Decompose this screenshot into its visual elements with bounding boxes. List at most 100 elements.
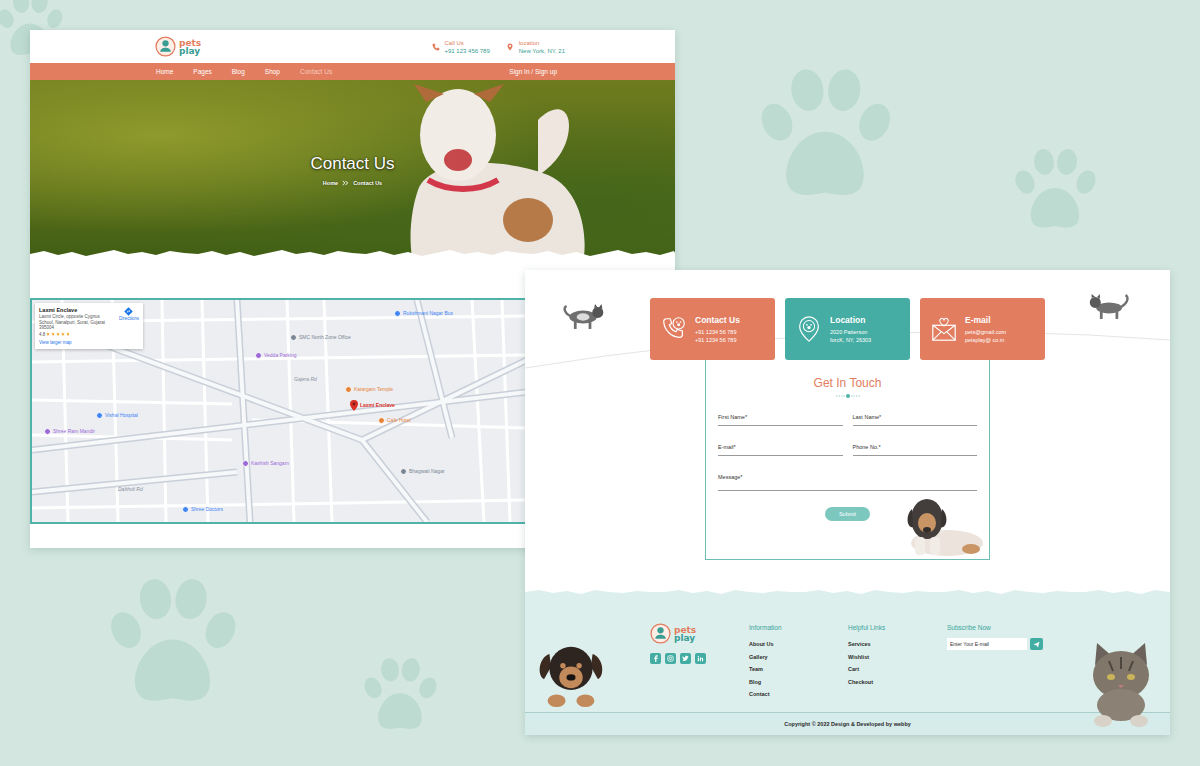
- submit-button[interactable]: Submit: [825, 507, 870, 521]
- star-icon: [51, 332, 55, 336]
- subscribe-block: Subscribe NowEnter Your E-mail: [947, 623, 1057, 712]
- paw-print-icon: [355, 650, 445, 740]
- cat-silhouette-icon: [561, 304, 607, 330]
- star-icon: [61, 332, 65, 336]
- nav-item[interactable]: Pages: [193, 68, 211, 75]
- hero-banner: Contact Us Home Contact Us: [30, 80, 675, 262]
- map-label[interactable]: Bhagwati Nagar: [400, 468, 445, 475]
- footer-column: Helpful LinksServicesWishlistCartCheckou…: [848, 623, 947, 712]
- send-button[interactable]: [1030, 638, 1043, 650]
- map-label[interactable]: SMC North Zone Office: [290, 334, 351, 341]
- map-label[interactable]: Shree Ram Mandir: [44, 428, 95, 435]
- facebook-icon: [651, 654, 660, 663]
- place-marker-icon: [242, 460, 249, 467]
- place-marker-icon: [182, 506, 189, 513]
- double-chevron-icon: [342, 180, 349, 186]
- directions-link[interactable]: Directions: [119, 307, 139, 345]
- breadcrumb-item[interactable]: Home: [323, 180, 338, 186]
- map-label[interactable]: Vishal Hospital: [96, 412, 138, 419]
- map-label[interactable]: Dabholi Rd: [118, 486, 143, 493]
- twitter-icon: [681, 654, 690, 663]
- logo-word: pets: [674, 626, 696, 634]
- page-title: Contact Us: [310, 153, 394, 175]
- footer-link[interactable]: Checkout: [848, 676, 947, 689]
- social-button[interactable]: [680, 653, 691, 664]
- footer-column: InformationAbout UsGalleryTeamBlogContac…: [749, 623, 848, 712]
- location-pin-icon: [506, 43, 514, 51]
- logo-word: play: [179, 47, 201, 55]
- map-label[interactable]: Katargam Temple: [345, 386, 393, 393]
- form-field[interactable]: Last Name*: [853, 413, 978, 426]
- map-label[interactable]: Rukshmani Nagar Bus: [394, 310, 453, 317]
- linkedin-icon: [696, 654, 705, 663]
- paw-print-icon: [745, 55, 905, 215]
- footer-link[interactable]: About Us: [749, 638, 848, 651]
- email-input[interactable]: Enter Your E-mail: [947, 638, 1027, 650]
- footer-link[interactable]: Wishlist: [848, 651, 947, 664]
- phone-paw-icon: [660, 315, 688, 343]
- place-marker-icon: [378, 417, 385, 424]
- header-contact: locationNew York, NY, 21: [506, 39, 565, 55]
- nav-item[interactable]: Contact Us: [300, 68, 332, 75]
- contact-page-bottom: Contact Us+91 1234 56 789+91 1234 56 789…: [525, 270, 1170, 735]
- map-pin-icon: [350, 400, 358, 411]
- star-icon: [56, 332, 60, 336]
- map-label[interactable]: Laxmi Enclave: [350, 400, 395, 411]
- breadcrumb-item[interactable]: Contact Us: [353, 180, 382, 186]
- place-marker-icon: [96, 412, 103, 419]
- contact-form: Get In Touch First Name* Last Name* E-mail*…: [705, 360, 990, 560]
- place-marker-icon: [345, 386, 352, 393]
- form-title: Get In Touch: [718, 376, 977, 390]
- logo[interactable]: petsplay: [155, 36, 201, 57]
- sign-in-link[interactable]: Sign In / Sign up: [509, 68, 557, 75]
- info-card: E-mailpets@gmail.competsplay@ co.in: [920, 298, 1045, 360]
- form-field[interactable]: First Name*: [718, 413, 843, 426]
- footer-link[interactable]: Services: [848, 638, 947, 651]
- footer-link[interactable]: Cart: [848, 663, 947, 676]
- footer-link[interactable]: Contact: [749, 688, 848, 701]
- place-marker-icon: [394, 310, 401, 317]
- form-field[interactable]: Message*: [718, 473, 977, 491]
- info-card: Contact Us+91 1234 56 789+91 1234 56 789: [650, 298, 775, 360]
- larger-map-link[interactable]: View larger map: [39, 340, 116, 345]
- footer-logo[interactable]: petsplay: [650, 623, 749, 644]
- place-marker-icon: [400, 468, 407, 475]
- social-button[interactable]: [650, 653, 661, 664]
- form-field[interactable]: E-mail*: [718, 443, 843, 456]
- site-footer: petsplayInformationAbout UsGalleryTeamBl…: [525, 597, 1170, 735]
- breadcrumb: Home Contact Us: [323, 180, 382, 186]
- logo-word: pets: [179, 39, 201, 47]
- nav-item[interactable]: Shop: [265, 68, 280, 75]
- paper-plane-icon: [1033, 641, 1040, 648]
- torn-edge: [525, 589, 1170, 597]
- footer-link[interactable]: Blog: [749, 676, 848, 689]
- nav-item[interactable]: Blog: [232, 68, 245, 75]
- showcase-canvas: petsplayCall Us+91 123 456 789locationNe…: [0, 0, 1200, 766]
- form-field[interactable]: Phone No.*: [853, 443, 978, 456]
- cat-silhouette-icon: [1087, 294, 1133, 320]
- nav-item[interactable]: Home: [156, 68, 173, 75]
- paw-print-icon: [95, 565, 250, 720]
- instagram-icon: [666, 654, 675, 663]
- phone-icon: [432, 43, 440, 51]
- running-dog-picture: [408, 80, 588, 262]
- social-button[interactable]: [665, 653, 676, 664]
- envelope-heart-icon: [930, 315, 958, 343]
- directions-icon: [124, 307, 133, 316]
- social-button[interactable]: [695, 653, 706, 664]
- map[interactable]: Rukshmani Nagar Bus SMC North Zone Office…: [30, 298, 529, 524]
- header-contact: Call Us+91 123 456 789: [432, 39, 490, 55]
- place-marker-icon: [44, 428, 51, 435]
- footer-link[interactable]: Gallery: [749, 651, 848, 664]
- star-icon: [66, 332, 70, 336]
- logo-word: play: [674, 634, 696, 642]
- map-label[interactable]: Vedda Parking: [255, 352, 297, 359]
- map-label[interactable]: Kashish Sangam: [242, 460, 289, 467]
- location-paw-icon: [795, 315, 823, 343]
- paw-print-icon: [1005, 140, 1105, 240]
- map-label[interactable]: Gajera Rd: [294, 376, 317, 383]
- map-label[interactable]: Shree Doctors: [182, 506, 223, 513]
- map-label[interactable]: Cafe Hotel: [378, 417, 411, 424]
- place-marker-icon: [290, 334, 297, 341]
- footer-link[interactable]: Team: [749, 663, 848, 676]
